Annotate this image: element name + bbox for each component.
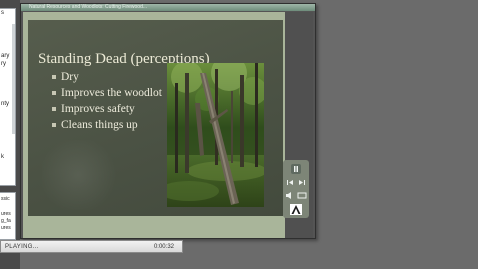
forest-photo-image — [167, 63, 264, 207]
slide-bullet: Dry — [52, 69, 162, 85]
playback-time: 0:00:32 — [153, 244, 174, 250]
outline-text: ry — [1, 61, 6, 67]
notes-text: ures — [1, 225, 11, 231]
playback-status-bar: PLAYING... 0:00:32 — [0, 240, 183, 253]
volume-icon[interactable] — [285, 191, 295, 200]
outline-text: nty — [1, 101, 10, 107]
notes-text: ures — [1, 211, 11, 217]
outline-scrollbar[interactable] — [12, 24, 15, 134]
slide-bullet-list: Dry Improves the woodlot Improves safety… — [52, 69, 162, 133]
pause-icon[interactable] — [291, 164, 301, 174]
slide-watermark — [42, 140, 132, 210]
window-title: Natural Resources and Woodlots: Cutting … — [29, 4, 148, 10]
skip-back-icon[interactable] — [285, 178, 295, 187]
outline-text: s — [1, 10, 4, 16]
notes-card[interactable]: ssic ures g_fa ures — [0, 192, 16, 240]
outline-text: k — [1, 154, 4, 160]
slide-bullet: Improves the woodlot — [52, 85, 162, 101]
skip-forward-icon[interactable] — [297, 178, 307, 187]
slide-bullet: Cleans things up — [52, 117, 162, 133]
notes-text: g_fa — [1, 218, 11, 224]
window-titlebar[interactable]: Natural Resources and Woodlots: Cutting … — [21, 4, 315, 11]
outline-text: ary — [1, 53, 10, 59]
playback-controls — [283, 160, 309, 218]
slide-bullet: Improves safety — [52, 101, 162, 117]
slide: Standing Dead (perceptions) Dry Improves… — [28, 20, 283, 216]
captions-icon[interactable] — [297, 191, 307, 200]
slide-photo — [167, 63, 264, 207]
presentation-window: Natural Resources and Woodlots: Cutting … — [20, 3, 316, 239]
notes-text: ssic — [1, 196, 10, 202]
adobe-logo-icon[interactable] — [290, 204, 302, 215]
playback-state: PLAYING... — [5, 244, 39, 250]
